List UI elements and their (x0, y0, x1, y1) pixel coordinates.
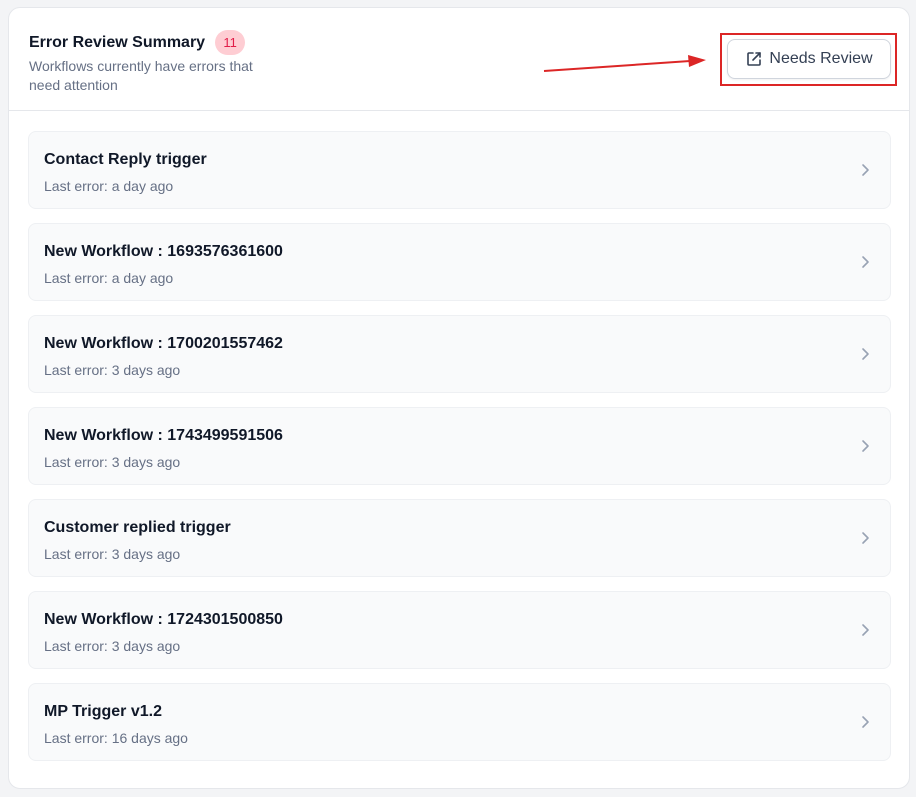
external-link-icon (745, 50, 763, 68)
chevron-right-icon (858, 438, 872, 454)
workflow-last-error: Last error: a day ago (44, 178, 174, 194)
card-header: Error Review Summary 11 Workflows curren… (9, 8, 909, 111)
title-row: Error Review Summary 11 (29, 30, 246, 55)
workflow-last-error: Last error: 3 days ago (44, 546, 181, 562)
workflow-list-item[interactable]: New Workflow : 1743499591506 Last error: … (28, 407, 891, 485)
workflow-list-item[interactable]: MP Trigger v1.2 Last error: 16 days ago (28, 683, 891, 761)
workflow-name: New Workflow : 1693576361600 (44, 243, 283, 260)
needs-review-button-label: Needs Review (769, 50, 873, 67)
workflow-list-item[interactable]: Customer replied trigger Last error: 3 da… (28, 499, 891, 577)
chevron-right-icon (858, 530, 872, 546)
workflow-last-error: Last error: 16 days ago (44, 730, 188, 746)
chevron-right-icon (858, 346, 872, 362)
workflow-last-error: Last error: 3 days ago (44, 454, 181, 470)
error-review-card: Error Review Summary 11 Workflows curren… (8, 7, 910, 789)
workflow-last-error: Last error: 3 days ago (44, 362, 181, 378)
workflow-last-error: Last error: a day ago (44, 270, 174, 286)
workflow-list-item[interactable]: New Workflow : 1693576361600 Last error: … (28, 223, 891, 301)
chevron-right-icon (858, 622, 872, 638)
chevron-right-icon (858, 714, 872, 730)
card-subtitle: Workflows currently have errors that nee… (29, 58, 253, 93)
card-title: Error Review Summary (29, 33, 206, 51)
workflow-name: New Workflow : 1743499591506 (44, 427, 283, 444)
workflow-name: New Workflow : 1700201557462 (44, 335, 283, 352)
workflow-name: Contact Reply trigger (44, 151, 207, 168)
workflow-name: New Workflow : 1724301500850 (44, 611, 283, 628)
workflow-list-item[interactable]: New Workflow : 1700201557462 Last error: … (28, 315, 891, 393)
workflow-list-item[interactable]: Contact Reply trigger Last error: a day a… (28, 131, 891, 209)
workflow-name: MP Trigger v1.2 (44, 703, 162, 720)
chevron-right-icon (858, 162, 872, 178)
chevron-right-icon (858, 254, 872, 270)
workflow-list-item[interactable]: New Workflow : 1724301500850 Last error: … (28, 591, 891, 669)
workflow-list: Contact Reply trigger Last error: a day a… (28, 131, 891, 775)
workflow-name: Customer replied trigger (44, 519, 231, 536)
needs-review-button[interactable]: Needs Review (727, 39, 891, 79)
workflow-last-error: Last error: 3 days ago (44, 638, 181, 654)
error-count-badge: 11 (215, 30, 246, 55)
